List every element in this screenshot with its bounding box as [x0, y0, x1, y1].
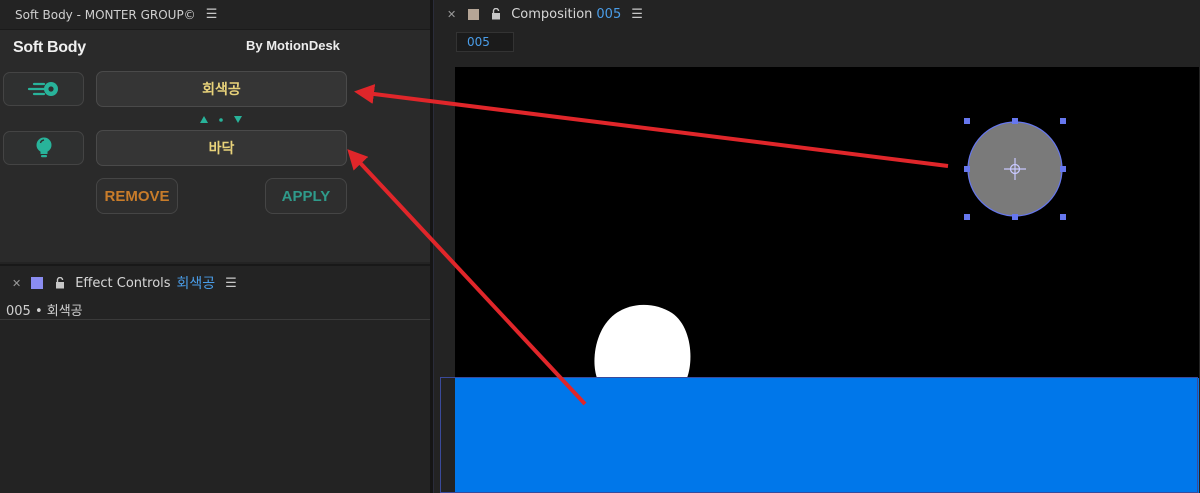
soft-body-credit: By MotionDesk [246, 38, 340, 53]
composition-subtab[interactable]: 005 [456, 32, 514, 52]
hamburger-menu-icon[interactable]: ☰ [225, 276, 237, 291]
divider [0, 319, 430, 320]
swap-arrows-icon[interactable] [198, 113, 244, 125]
soft-body-panel: Soft Body - MONTER GROUP© ☰ Soft Body By… [0, 0, 430, 262]
effect-controls-title: Effect Controls [75, 275, 171, 291]
hamburger-menu-icon[interactable]: ☰ [631, 7, 643, 22]
soft-body-panel-tab[interactable]: Soft Body - MONTER GROUP© ☰ [0, 0, 430, 30]
floor-layer-button[interactable]: 바닥 [96, 130, 347, 166]
composition-viewer[interactable] [455, 67, 1199, 493]
hamburger-menu-icon[interactable]: ☰ [206, 7, 218, 22]
effect-controls-path: 005 • 회색공 [6, 304, 83, 319]
lightbulb-icon [36, 137, 51, 158]
floor-pick-button[interactable] [3, 131, 84, 165]
composition-title: Composition [511, 6, 593, 22]
soft-body-tab-title: Soft Body - MONTER GROUP© [15, 7, 196, 22]
panel-divider[interactable] [430, 0, 434, 493]
unlock-icon[interactable] [55, 277, 65, 289]
soft-body-title: Soft Body [13, 39, 86, 56]
left-column: Soft Body - MONTER GROUP© ☰ Soft Body By… [0, 0, 430, 493]
ball-pick-button[interactable] [3, 72, 84, 106]
speeding-ball-icon [27, 82, 58, 96]
white-soft-ball[interactable] [594, 304, 691, 378]
floor-layer[interactable] [455, 378, 1199, 493]
effect-controls-panel: ✕ Effect Controls 회색공 ☰ 005 • 회색공 [0, 264, 430, 493]
close-icon[interactable]: ✕ [12, 277, 21, 290]
close-icon[interactable]: ✕ [447, 8, 456, 21]
composition-tab[interactable]: ✕ Composition 005 ☰ [435, 0, 1200, 28]
composition-color-swatch [468, 8, 480, 20]
composition-number: 005 [596, 6, 622, 22]
effect-controls-layer-name: 회색공 [176, 276, 216, 292]
remove-button[interactable]: REMOVE [96, 178, 178, 214]
ball-layer-button[interactable]: 회색공 [96, 71, 347, 107]
effect-controls-tab[interactable]: ✕ Effect Controls 회색공 ☰ [0, 268, 430, 298]
composition-panel: ✕ Composition 005 ☰ 005 [435, 0, 1200, 493]
layer-color-swatch [31, 277, 44, 289]
apply-button[interactable]: APPLY [265, 178, 347, 214]
unlock-icon[interactable] [491, 8, 501, 20]
